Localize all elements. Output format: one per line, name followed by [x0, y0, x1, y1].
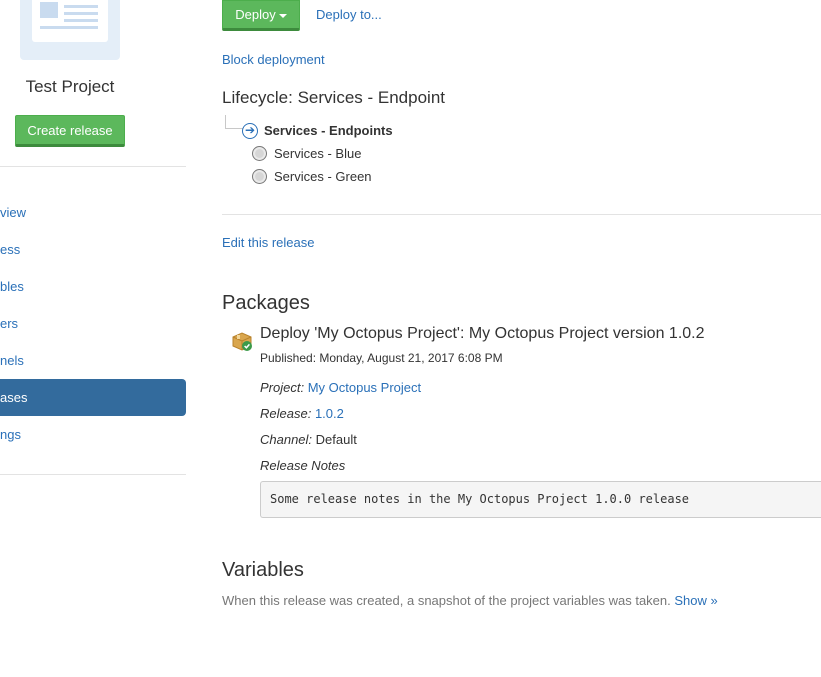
sidebar-item-releases[interactable]: ases [0, 379, 186, 416]
arrow-right-circle-icon: ➔ [242, 123, 258, 139]
sidebar-item-label: ers [0, 316, 19, 331]
lifecycle-tree-connector [225, 115, 243, 129]
project-field-label: Project: [260, 380, 305, 395]
main-content: Deploy Deploy to... Block deployment Lif… [222, 0, 821, 677]
section-divider [222, 214, 821, 215]
sidebar-item-label: view [0, 205, 27, 220]
create-release-button[interactable]: Create release [15, 115, 125, 147]
sidebar-item-channels[interactable]: nels [0, 342, 186, 379]
release-notes-heading: Release Notes [260, 458, 345, 473]
caret-down-icon [278, 13, 287, 18]
deploy-button-label: Deploy [235, 7, 276, 22]
release-field-label: Release: [260, 406, 312, 421]
phase-label: Services - Blue [274, 146, 362, 161]
sidebar-item-label: ess [0, 242, 21, 257]
variables-text: When this release was created, a snapsho… [222, 593, 671, 608]
sidebar-item-label: nels [0, 353, 24, 368]
sidebar-item-process[interactable]: ess [0, 231, 186, 268]
deploy-to-link[interactable]: Deploy to... [316, 7, 382, 22]
sidebar: Test Project Create release view ess ble… [0, 0, 186, 677]
sidebar-divider [0, 166, 186, 167]
sidebar-item-settings[interactable]: ngs [0, 416, 186, 453]
sidebar-item-label: ases [0, 390, 28, 405]
lifecycle-title: Lifecycle: Services - Endpoint [222, 88, 445, 107]
project-logo [20, 0, 120, 60]
package-title: Deploy 'My Octopus Project': My Octopus … [260, 325, 705, 342]
phase-pending-icon [252, 169, 267, 184]
show-variables-link[interactable]: Show » [674, 593, 717, 608]
block-deployment-link[interactable]: Block deployment [222, 52, 325, 67]
channel-field: Channel: Default [260, 432, 357, 447]
project-field: Project: My Octopus Project [260, 380, 421, 395]
sidebar-item-label: ngs [0, 427, 21, 442]
release-field: Release: 1.0.2 [260, 406, 344, 421]
project-link[interactable]: My Octopus Project [308, 380, 421, 395]
phase-pending-icon [252, 146, 267, 161]
release-link[interactable]: 1.0.2 [315, 406, 344, 421]
document-icon [32, 0, 108, 42]
packages-heading: Packages [222, 292, 310, 314]
variables-description: When this release was created, a snapsho… [222, 593, 718, 608]
package-success-icon [232, 332, 252, 351]
release-notes-label: Release Notes [260, 458, 346, 473]
project-name: Test Project [25, 77, 115, 96]
sidebar-item-triggers[interactable]: ers [0, 305, 186, 342]
sidebar-divider [0, 474, 186, 475]
sidebar-item-label: bles [0, 279, 24, 294]
phase-label: Services - Endpoints [264, 123, 393, 138]
sidebar-item-variables[interactable]: bles [0, 268, 186, 305]
deploy-button[interactable]: Deploy [222, 0, 300, 31]
release-notes-box: Some release notes in the My Octopus Pro… [260, 481, 821, 518]
channel-field-label: Channel: [260, 432, 313, 447]
phase-label: Services - Green [274, 169, 372, 184]
channel-value: Default [315, 432, 357, 447]
edit-release-link[interactable]: Edit this release [222, 235, 315, 250]
variables-heading: Variables [222, 559, 304, 581]
sidebar-item-overview[interactable]: view [0, 194, 186, 231]
package-published: Published: Monday, August 21, 2017 6:08 … [260, 351, 503, 365]
